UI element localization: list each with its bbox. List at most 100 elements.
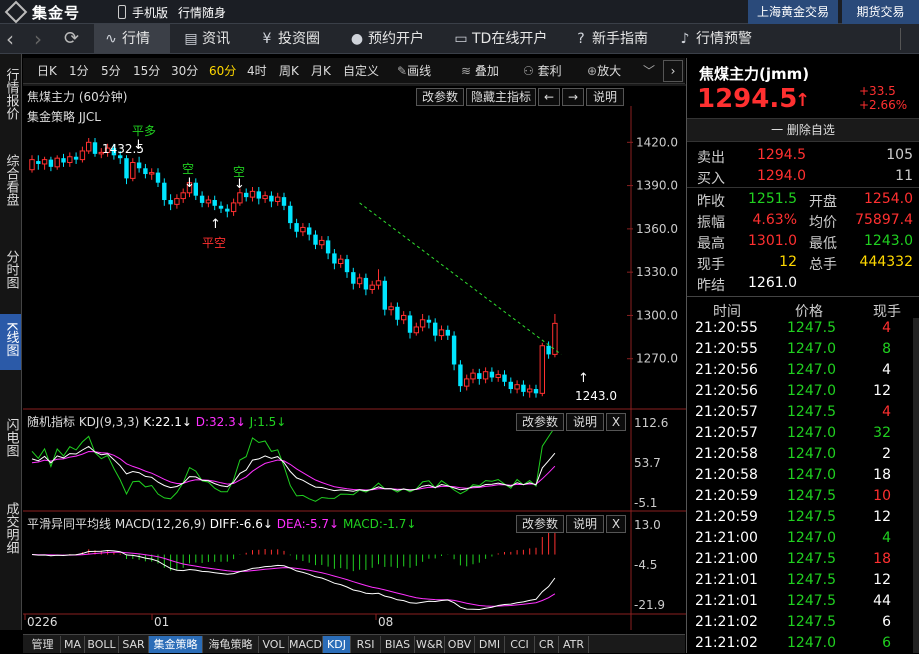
kdj-help-button[interactable]: 说明 — [566, 413, 604, 431]
trade-time: 21:21:01 — [695, 572, 758, 588]
kdj-modify-button[interactable]: 改参数 — [516, 413, 564, 431]
indicator-tab[interactable]: VOL — [259, 636, 289, 653]
trade-vol: 6 — [882, 614, 891, 630]
candle-body-down — [288, 205, 293, 224]
strategy-label: 集金策略 JJCL — [27, 110, 101, 124]
macd-title-text: 平滑异同平均线 MACD(12,26,9) — [27, 517, 206, 531]
indicator-tab[interactable]: BOLL — [85, 636, 119, 653]
candle-body-down — [256, 191, 261, 199]
macd-dea-line — [31, 551, 556, 607]
candle-body-down — [294, 223, 299, 232]
candle-body-down — [124, 158, 129, 179]
trade-price: 1247.5 — [787, 551, 836, 567]
macd-help-button[interactable]: 说明 — [566, 515, 604, 533]
arrow-left-button[interactable]: ← — [538, 88, 560, 106]
candle-body-up — [369, 284, 375, 290]
candle-body-down — [244, 192, 249, 198]
trade-time: 21:21:00 — [695, 530, 758, 546]
indicator-tab[interactable]: BIAS — [381, 636, 415, 653]
candle-body-up — [86, 141, 92, 152]
stat-label: 开盘 — [809, 194, 837, 210]
candle-body-down — [325, 240, 331, 254]
sell-vol: 105 — [886, 147, 913, 163]
candle-body-down — [281, 197, 287, 206]
trade-vol: 32 — [873, 425, 891, 441]
macd-modify-button[interactable]: 改参数 — [516, 515, 564, 533]
stat-value: 1243.0 — [864, 233, 913, 249]
indicator-tab[interactable]: 管理 — [25, 636, 61, 653]
indicator-tab[interactable]: CR — [535, 636, 559, 653]
candle-body-down — [199, 195, 205, 203]
signal-short-1: 空 — [182, 162, 195, 176]
arrow-right-button[interactable]: → — [562, 88, 584, 106]
buy-price: 1294.0 — [757, 168, 806, 184]
trades-list: 21:20:55 1247.5 4 21:20:55 1247.0 8 21:20:56 12… — [687, 318, 919, 653]
candle-body-down — [73, 156, 79, 160]
stat-value: 1261.0 — [748, 275, 797, 291]
btn-label: 说明 — [592, 90, 617, 104]
candle-body-down — [477, 373, 482, 379]
trade-vol: 44 — [873, 593, 891, 609]
signal-close-short: 平空 — [202, 236, 227, 250]
hide-indicator-button[interactable]: 隐藏主指标 — [466, 88, 536, 106]
candle-body-down — [225, 208, 230, 212]
candle-body-up — [174, 198, 180, 205]
indicator-tab[interactable]: SAR — [119, 636, 149, 653]
stat-row: 昨收 1251.5 开盘 1254.0 — [687, 189, 919, 210]
stat-label: 昨结 — [697, 278, 725, 294]
indicator-tab[interactable]: MA — [61, 636, 85, 653]
candle-body-up — [262, 195, 268, 200]
kdj-panel-header: 随机指标 KDJ(9,3,3) K:22.1↓ D:32.3↓ J:1.5↓ 改… — [23, 413, 633, 431]
trades-scrollbar[interactable] — [913, 318, 919, 653]
candle-body-up — [375, 280, 382, 286]
indicator-tab[interactable]: RSI — [351, 636, 381, 653]
trade-vol: 12 — [873, 572, 891, 588]
indicator-tab-bar: 管理 MA BOLL SAR 集金策略 海龟策略 VOL MACD KDJ RSI BIAS W&R O… — [23, 634, 685, 653]
candle-body-up — [180, 192, 186, 200]
price-tick-label: 1390.0 — [636, 179, 678, 193]
kdj-close-button[interactable]: X — [606, 413, 626, 431]
candle-body-down — [143, 168, 148, 175]
macd-tick-high: 13.0 — [634, 518, 661, 532]
indicator-tab[interactable]: W&R — [415, 636, 445, 653]
indicator-tab[interactable]: OBV — [445, 636, 475, 653]
trade-row: 21:20:56 1247.0 12 — [687, 381, 919, 402]
candle-body-up — [464, 378, 470, 387]
trade-row: 21:21:00 1247.0 4 — [687, 528, 919, 549]
indicator-tab[interactable]: KDJ — [323, 636, 351, 653]
trade-row: 21:20:58 1247.0 18 — [687, 465, 919, 486]
kdj-k-line — [31, 445, 556, 492]
remove-favorite-button[interactable]: 一 删除自选 — [687, 118, 919, 142]
candle-body-down — [395, 306, 400, 320]
trend-line — [359, 202, 562, 355]
macd-close-button[interactable]: X — [606, 515, 626, 533]
candle-body-up — [275, 196, 281, 202]
trade-vol: 10 — [873, 488, 891, 504]
candle-body-down — [502, 374, 507, 382]
trade-vol: 2 — [882, 446, 891, 462]
candle-body-up — [413, 326, 420, 334]
remove-label: 删除自选 — [786, 123, 835, 137]
indicator-tab[interactable]: CCI — [505, 636, 535, 653]
stat-value: 444332 — [859, 254, 913, 270]
trade-row: 21:20:57 1247.5 4 — [687, 402, 919, 423]
indicator-tab[interactable]: 海龟策略 — [203, 636, 259, 653]
trade-time: 21:20:59 — [695, 509, 758, 525]
indicator-tab[interactable]: MACD — [289, 636, 323, 653]
trade-time: 21:21:02 — [695, 635, 758, 651]
trade-price: 1247.5 — [787, 509, 836, 525]
candle-body-up — [319, 239, 325, 246]
sell-price: 1294.5 — [757, 147, 806, 163]
candle-body-down — [92, 142, 98, 154]
trade-price: 1247.0 — [787, 467, 836, 483]
candle-body-up — [149, 172, 155, 175]
main-modify-button[interactable]: 改参数 — [416, 88, 464, 106]
indicator-tab[interactable]: 集金策略 — [149, 636, 203, 653]
low-price-label: 1243.0 — [575, 389, 617, 403]
candle-body-down — [269, 195, 274, 202]
main-help-button[interactable]: 说明 — [586, 88, 624, 106]
indicator-tab[interactable]: ATR — [559, 636, 589, 653]
trade-vol: 4 — [882, 362, 891, 378]
indicator-tab[interactable]: DMI — [475, 636, 505, 653]
buy-label: 买入 — [697, 171, 725, 187]
